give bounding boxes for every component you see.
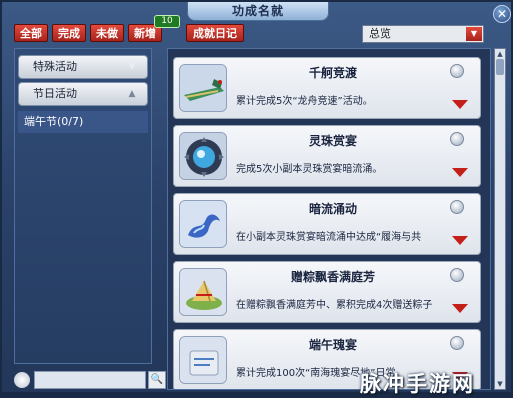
category-special-events[interactable]: 特殊活动 ▼ — [18, 55, 148, 79]
wave-icon — [179, 200, 227, 248]
chevron-down-icon[interactable]: ▼ — [466, 27, 482, 41]
achievement-desc: 累计完成5次“龙舟竞速”活动。 — [236, 96, 373, 107]
search-icon[interactable]: 🔍 — [148, 371, 166, 389]
achievement-desc: 在小副本灵珠赏宴暗流涌中达成“履海与共 — [236, 232, 422, 243]
dragon-boat-icon — [179, 64, 227, 112]
scrollbar-thumb[interactable] — [496, 59, 504, 75]
filter-done-button[interactable]: 完成 — [52, 24, 86, 42]
achievement-window: 功成名就 ✕ 全部 完成 未做 新增 10 成就日记 总览 ▼ 特殊活动 ▼ 节… — [0, 0, 513, 396]
achievement-card[interactable]: 千舸竞渡 累计完成5次“龙舟竞速”活动。 — [173, 57, 481, 119]
achievement-title: 端午瑰宴 — [308, 338, 357, 352]
pearl-icon — [450, 132, 464, 146]
chevron-up-icon: ▲ — [128, 89, 136, 99]
feast-icon — [179, 336, 227, 384]
category-label: 特殊活动 — [33, 60, 77, 73]
scroll-up-icon[interactable]: ▲ — [495, 50, 505, 58]
close-icon[interactable]: ✕ — [493, 5, 511, 23]
category-festival-events[interactable]: 节日活动 ▲ — [18, 82, 148, 106]
filter-undone-button[interactable]: 未做 — [90, 24, 124, 42]
spirit-pearl-icon — [179, 132, 227, 180]
chevron-down-icon: ▼ — [128, 62, 136, 72]
window-title: 功成名就 — [187, 2, 329, 21]
overview-select-value: 总览 — [369, 27, 391, 40]
expand-arrow-icon[interactable] — [452, 304, 468, 313]
pearl-icon — [450, 268, 464, 282]
search-input[interactable] — [34, 371, 146, 389]
achievement-title: 灵珠赏宴 — [308, 134, 357, 148]
expand-arrow-icon[interactable] — [452, 168, 468, 177]
achievement-card[interactable]: 赠粽飘香满庭芳 在赠粽飘香满庭芳中、累积完成4次赠送粽子 — [173, 261, 481, 323]
watermark-text: 脉冲手游网 — [360, 372, 475, 396]
list-scrollbar[interactable]: ▲ ▼ — [494, 48, 506, 390]
achievement-desc: 在赠粽飘香满庭芳中、累积完成4次赠送粽子 — [236, 300, 433, 311]
achievement-list: 千舸竞渡 累计完成5次“龙舟竞速”活动。 灵珠赏宴 完成5次小副本灵珠赏宴暗流涌… — [167, 48, 491, 390]
subcategory-dragon-boat-festival[interactable]: 端午节(0/7) — [18, 111, 148, 133]
achievement-title: 赠粽飘香满庭芳 — [290, 270, 375, 284]
search-bar: 🔍 — [14, 370, 166, 390]
achievement-card[interactable]: 暗流涌动 在小副本灵珠赏宴暗流涌中达成“履海与共 — [173, 193, 481, 255]
filter-all-button[interactable]: 全部 — [14, 24, 48, 42]
pearl-icon — [450, 64, 464, 78]
zongzi-icon — [179, 268, 227, 316]
pearl-icon — [450, 336, 464, 350]
category-label: 节日活动 — [33, 87, 77, 100]
pearl-icon — [14, 372, 30, 388]
achievement-log-button[interactable]: 成就日记 — [186, 24, 244, 42]
expand-arrow-icon[interactable] — [452, 236, 468, 245]
category-sidebar: 特殊活动 ▼ 节日活动 ▲ 端午节(0/7) — [14, 48, 152, 364]
overview-select[interactable]: 总览 ▼ — [362, 25, 484, 43]
new-count-badge: 10 — [154, 15, 180, 28]
achievement-desc: 完成5次小副本灵珠赏宴暗流涌。 — [236, 164, 383, 175]
achievement-title: 暗流涌动 — [308, 202, 357, 216]
achievement-title: 千舸竞渡 — [308, 66, 357, 80]
achievement-card[interactable]: 灵珠赏宴 完成5次小副本灵珠赏宴暗流涌。 — [173, 125, 481, 187]
expand-arrow-icon[interactable] — [452, 100, 468, 109]
pearl-icon — [450, 200, 464, 214]
